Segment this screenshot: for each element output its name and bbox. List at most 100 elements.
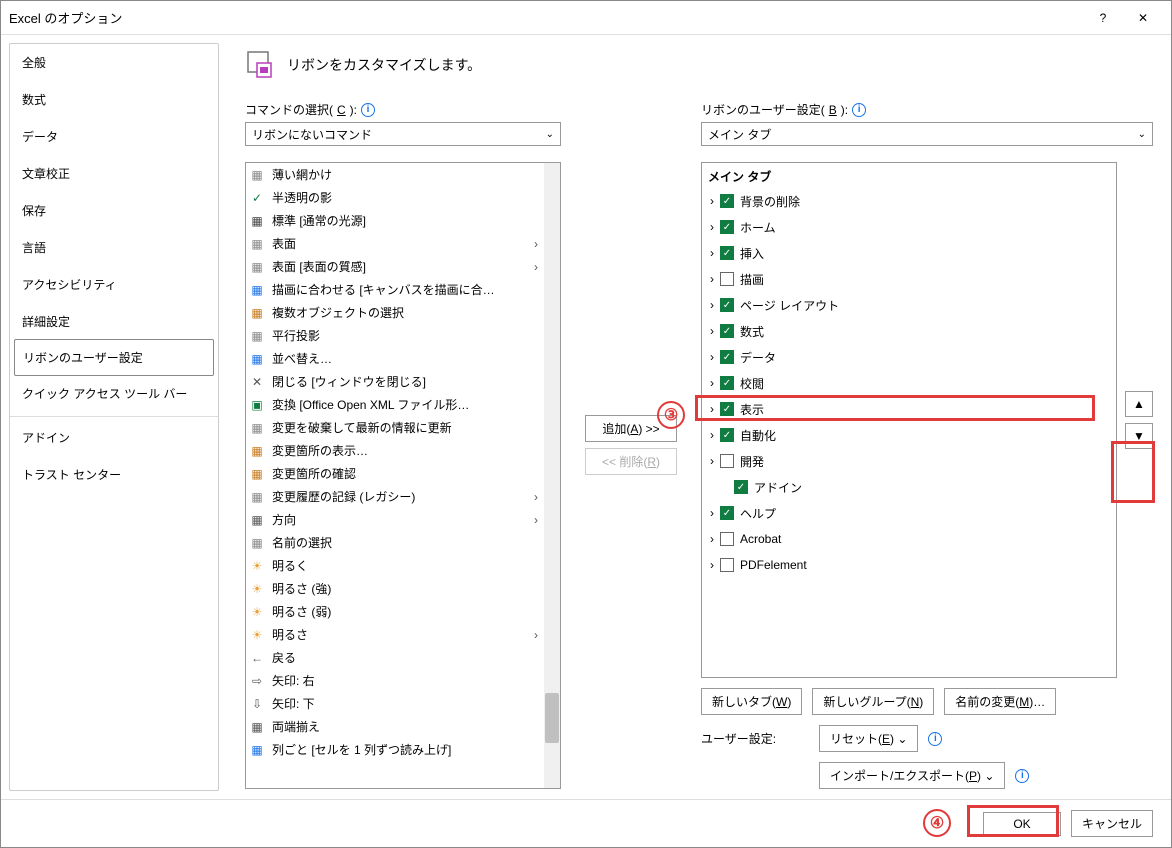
command-row[interactable]: ▦表面 [表面の質感]›	[246, 255, 544, 278]
checkbox[interactable]: ✓	[720, 350, 734, 364]
scrollbar-thumb[interactable]	[545, 693, 559, 743]
tree-node[interactable]: ›✓ヘルプ	[706, 500, 1112, 526]
tree-node[interactable]: ›✓数式	[706, 318, 1112, 344]
tree-node[interactable]: ›✓自動化	[706, 422, 1112, 448]
move-down-button[interactable]: ▼	[1125, 423, 1153, 449]
scrollbar[interactable]	[544, 163, 560, 788]
sidebar-item-8[interactable]: リボンのユーザー設定	[14, 339, 214, 376]
command-row[interactable]: ▣変換 [Office Open XML ファイル形…	[246, 393, 544, 416]
tree-node[interactable]: ›描画	[706, 266, 1112, 292]
command-row[interactable]: ▦複数オブジェクトの選択	[246, 301, 544, 324]
command-icon: ☀	[248, 603, 266, 621]
ok-button[interactable]: OK	[983, 812, 1061, 836]
tree-node-label: ヘルプ	[740, 505, 776, 522]
tree-node[interactable]: ›✓背景の削除	[706, 188, 1112, 214]
info-icon[interactable]: i	[361, 103, 375, 117]
sidebar-item-4[interactable]: 保存	[10, 192, 218, 229]
tree-node[interactable]: ›✓挿入	[706, 240, 1112, 266]
command-row[interactable]: ▦変更履歴の記録 (レガシー)›	[246, 485, 544, 508]
tree-node[interactable]: ›✓校閲	[706, 370, 1112, 396]
checkbox[interactable]: ✓	[720, 402, 734, 416]
checkbox[interactable]: ✓	[720, 298, 734, 312]
command-label: 矢印: 下	[272, 695, 542, 712]
command-row[interactable]: ☀明るさ›	[246, 623, 544, 646]
command-row[interactable]: ▦表面›	[246, 232, 544, 255]
command-row[interactable]: ▦変更を破棄して最新の情報に更新	[246, 416, 544, 439]
sidebar-item-6[interactable]: アクセシビリティ	[10, 266, 218, 303]
command-row[interactable]: ▦変更箇所の表示…	[246, 439, 544, 462]
chevron-right-icon: ›	[706, 377, 718, 389]
sidebar-item-2[interactable]: データ	[10, 118, 218, 155]
commands-listbox[interactable]: ▦薄い網かけ✓半透明の影▦標準 [通常の光源]▦表面›▦表面 [表面の質感]›▦…	[245, 162, 561, 789]
checkbox[interactable]	[720, 272, 734, 286]
new-tab-button[interactable]: 新しいタブ(W)	[701, 688, 802, 715]
new-group-button[interactable]: 新しいグループ(N)	[812, 688, 934, 715]
command-row[interactable]: ☀明るく	[246, 554, 544, 577]
command-row[interactable]: ▦変更箇所の確認	[246, 462, 544, 485]
checkbox[interactable]	[720, 454, 734, 468]
command-row[interactable]: ←戻る	[246, 646, 544, 669]
sidebar-item-0[interactable]: 全般	[10, 44, 218, 81]
command-row[interactable]: ✓半透明の影	[246, 186, 544, 209]
tree-node[interactable]: ›✓ページ レイアウト	[706, 292, 1112, 318]
command-row[interactable]: ▦方向›	[246, 508, 544, 531]
tree-node[interactable]: ›PDFelement	[706, 552, 1112, 578]
import-export-button[interactable]: インポート/エクスポート(P) ⌄	[819, 762, 1005, 789]
command-row[interactable]: ▦平行投影	[246, 324, 544, 347]
checkbox[interactable]: ✓	[720, 220, 734, 234]
checkbox[interactable]	[720, 532, 734, 546]
chevron-right-icon: ›	[706, 195, 718, 207]
tree-node[interactable]: ›Acrobat	[706, 526, 1112, 552]
command-row[interactable]: ▦並べ替え…	[246, 347, 544, 370]
sidebar: 全般数式データ文章校正保存言語アクセシビリティ詳細設定リボンのユーザー設定クイッ…	[1, 35, 227, 799]
ribbon-target-dropdown[interactable]: メイン タブ ⌄	[701, 122, 1153, 146]
reset-button[interactable]: リセット(E) ⌄	[819, 725, 918, 752]
checkbox[interactable]	[720, 558, 734, 572]
checkbox[interactable]: ✓	[720, 194, 734, 208]
checkbox[interactable]: ✓	[720, 376, 734, 390]
ribbon-tree[interactable]: メイン タブ ›✓背景の削除›✓ホーム›✓挿入›描画›✓ページ レイアウト›✓数…	[701, 162, 1117, 678]
checkbox[interactable]: ✓	[720, 324, 734, 338]
sidebar-item-3[interactable]: 文章校正	[10, 155, 218, 192]
remove-button[interactable]: << 削除(R)	[585, 448, 677, 475]
command-row[interactable]: ⇨矢印: 右	[246, 669, 544, 692]
info-icon[interactable]: i	[1015, 769, 1029, 783]
page-heading-text: リボンをカスタマイズします。	[287, 55, 481, 75]
sidebar-item-1[interactable]: 数式	[10, 81, 218, 118]
checkbox[interactable]: ✓	[720, 246, 734, 260]
command-row[interactable]: ☀明るさ (強)	[246, 577, 544, 600]
info-icon[interactable]: i	[852, 103, 866, 117]
sidebar-item-5[interactable]: 言語	[10, 229, 218, 266]
command-row[interactable]: ▦両端揃え	[246, 715, 544, 738]
command-row[interactable]: ☀ 明るさ (弱)	[246, 600, 544, 623]
tree-node[interactable]: ›✓表示	[706, 396, 1112, 422]
checkbox[interactable]: ✓	[720, 506, 734, 520]
checkbox[interactable]: ✓	[734, 480, 748, 494]
sidebar-item-7[interactable]: 詳細設定	[10, 303, 218, 340]
sidebar-item-9[interactable]: クイック アクセス ツール バー	[10, 375, 218, 412]
tree-node[interactable]: ›開発	[706, 448, 1112, 474]
command-row[interactable]: ✕閉じる [ウィンドウを閉じる]	[246, 370, 544, 393]
checkbox[interactable]: ✓	[720, 428, 734, 442]
tree-node[interactable]: ›✓データ	[706, 344, 1112, 370]
command-row[interactable]: ▦名前の選択	[246, 531, 544, 554]
command-label: 明るさ (弱)	[272, 603, 542, 620]
command-row[interactable]: ▦標準 [通常の光源]	[246, 209, 544, 232]
tree-node[interactable]: ✓アドイン	[706, 474, 1112, 500]
close-button[interactable]: ✕	[1123, 3, 1163, 33]
cancel-button[interactable]: キャンセル	[1071, 810, 1153, 837]
customize-ribbon-icon	[245, 49, 277, 81]
command-row[interactable]: ▦薄い網かけ	[246, 163, 544, 186]
sidebar-item-10[interactable]: アドイン	[10, 416, 218, 456]
sidebar-item-11[interactable]: トラスト センター	[10, 456, 218, 493]
rename-button[interactable]: 名前の変更(M)…	[944, 688, 1056, 715]
info-icon[interactable]: i	[928, 732, 942, 746]
add-button[interactable]: 追加(A) >>	[585, 415, 677, 442]
tree-node[interactable]: ›✓ホーム	[706, 214, 1112, 240]
commands-source-dropdown[interactable]: リボンにないコマンド ⌄	[245, 122, 561, 146]
move-up-button[interactable]: ▲	[1125, 391, 1153, 417]
help-button[interactable]: ?	[1083, 3, 1123, 33]
command-row[interactable]: ▦列ごと [セルを 1 列ずつ読み上げ]	[246, 738, 544, 761]
command-row[interactable]: ▦描画に合わせる [キャンバスを描画に合…	[246, 278, 544, 301]
command-row[interactable]: ⇩矢印: 下	[246, 692, 544, 715]
